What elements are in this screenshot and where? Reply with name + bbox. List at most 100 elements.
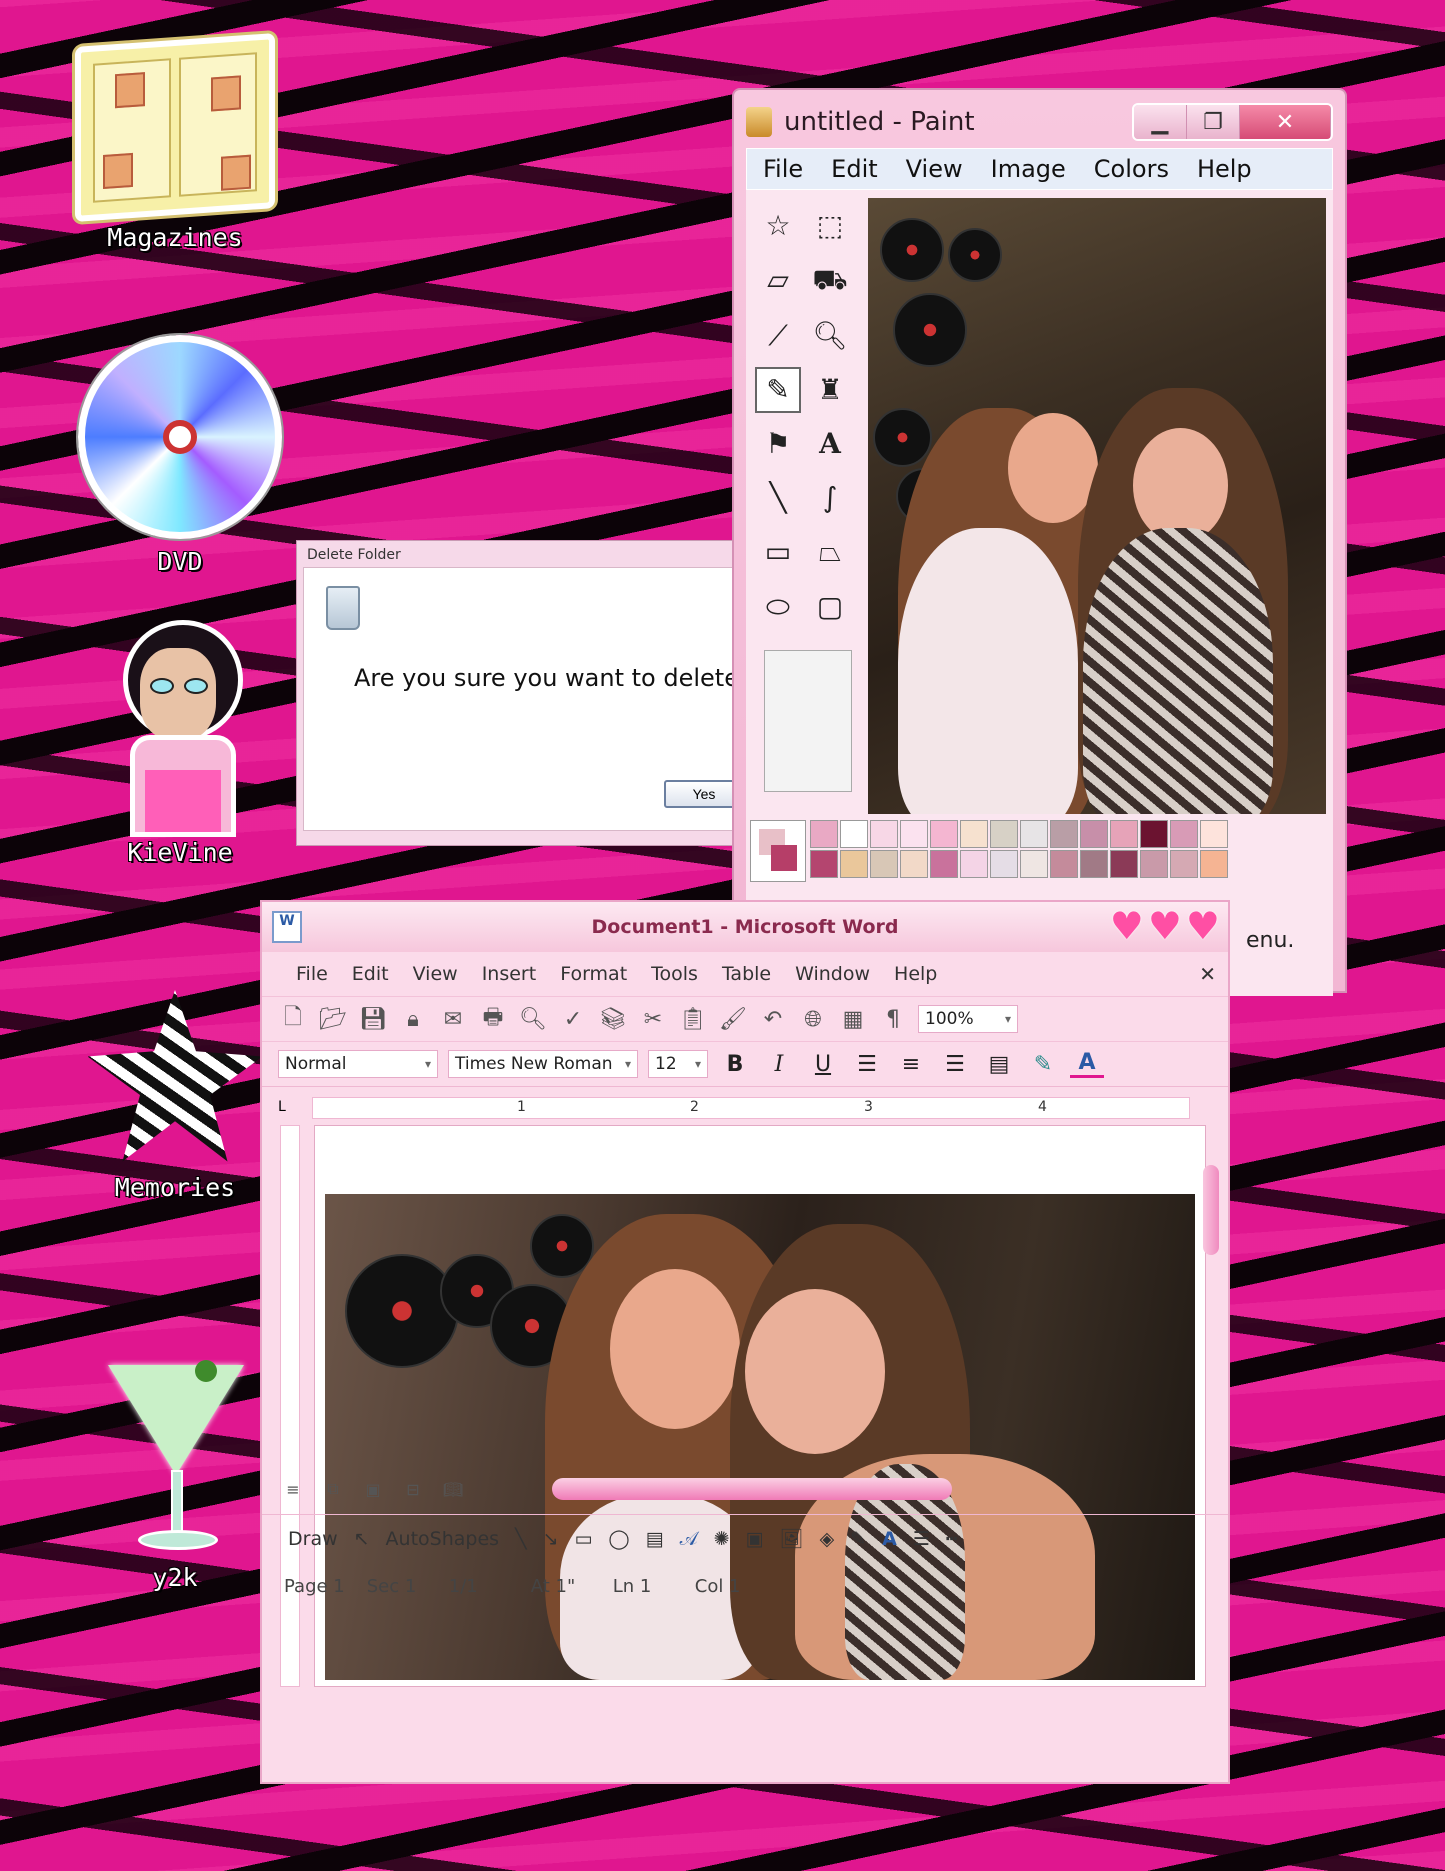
format-painter-icon[interactable]: 🖌︎: [718, 1007, 748, 1032]
justify-icon[interactable]: ▤: [982, 1052, 1016, 1077]
palette-swatch[interactable]: [1110, 850, 1138, 878]
palette-swatch[interactable]: [1170, 820, 1198, 848]
palette-swatch[interactable]: [900, 820, 928, 848]
free-select-icon[interactable]: ☆: [755, 202, 801, 248]
menu-edit[interactable]: Edit: [831, 155, 877, 183]
palette-swatch[interactable]: [1020, 850, 1048, 878]
oval-icon[interactable]: ◯: [608, 1528, 629, 1550]
magnifier-icon[interactable]: 🔍︎: [807, 312, 853, 358]
palette-swatch[interactable]: [840, 820, 868, 848]
close-document-icon[interactable]: ✕: [1199, 962, 1216, 986]
menu-help[interactable]: Help: [1197, 155, 1252, 183]
underline-button[interactable]: U: [806, 1052, 840, 1077]
menu-colors[interactable]: Colors: [1094, 155, 1169, 183]
palette-swatch[interactable]: [870, 850, 898, 878]
print-preview-icon[interactable]: 🔍︎: [518, 1007, 548, 1032]
palette-swatch[interactable]: [1110, 820, 1138, 848]
close-heart-button[interactable]: ♥: [1186, 907, 1220, 945]
menu-view[interactable]: View: [906, 155, 963, 183]
arrow-icon[interactable]: ↘: [543, 1528, 559, 1550]
font-select[interactable]: Times New Roman: [448, 1050, 638, 1078]
show-hide-icon[interactable]: ¶: [878, 1007, 908, 1032]
current-colors[interactable]: [750, 820, 806, 882]
highlight-icon[interactable]: ✎: [1026, 1052, 1060, 1077]
palette-swatch[interactable]: [810, 850, 838, 878]
textbox-icon[interactable]: ▤: [646, 1528, 664, 1550]
palette-swatch[interactable]: [1170, 850, 1198, 878]
palette-swatch[interactable]: [1200, 820, 1228, 848]
palette-swatch[interactable]: [1080, 850, 1108, 878]
print-layout-icon[interactable]: ▣: [358, 1480, 388, 1499]
paste-icon[interactable]: 📋︎: [678, 1007, 708, 1032]
clipart-icon[interactable]: ▣: [746, 1528, 764, 1550]
menu-file[interactable]: File: [296, 963, 328, 985]
desktop-icon-magazines[interactable]: Magazines: [65, 33, 285, 252]
palette-swatch[interactable]: [1050, 850, 1078, 878]
palette-swatch[interactable]: [960, 820, 988, 848]
polygon-icon[interactable]: ⏢: [807, 529, 853, 575]
menu-image[interactable]: Image: [991, 155, 1066, 183]
palette-swatch[interactable]: [1050, 820, 1078, 848]
email-icon[interactable]: ✉: [438, 1007, 468, 1032]
menu-edit[interactable]: Edit: [352, 963, 389, 985]
diagram-icon[interactable]: ✺: [714, 1528, 730, 1550]
style-select[interactable]: Normal: [278, 1050, 438, 1078]
line-icon[interactable]: ╲: [755, 475, 801, 521]
menu-file[interactable]: File: [763, 155, 803, 183]
line-color-icon[interactable]: ✎: [850, 1528, 866, 1550]
palette-swatch[interactable]: [1140, 850, 1168, 878]
fill-color-icon[interactable]: ◈: [820, 1528, 835, 1550]
new-doc-icon[interactable]: 🗋: [278, 1000, 308, 1038]
outline-view-icon[interactable]: ⊟: [398, 1480, 428, 1499]
rect-select-icon[interactable]: ⬚: [807, 202, 853, 248]
tables-icon[interactable]: ▦: [838, 1007, 868, 1032]
text-tool-icon[interactable]: A: [807, 421, 853, 467]
research-icon[interactable]: 📚︎: [598, 1007, 628, 1032]
palette-swatch[interactable]: [930, 820, 958, 848]
palette-swatch[interactable]: [1020, 820, 1048, 848]
palette-swatch[interactable]: [990, 850, 1018, 878]
palette-swatch[interactable]: [900, 850, 928, 878]
inserted-photo[interactable]: [325, 1194, 1195, 1680]
dash-style-icon[interactable]: ┅: [946, 1528, 957, 1550]
brush-icon[interactable]: ♜: [807, 367, 853, 413]
minimize-button[interactable]: ▁: [1134, 105, 1187, 139]
bold-button[interactable]: B: [718, 1052, 752, 1077]
draw-menu[interactable]: Draw: [288, 1528, 338, 1550]
line-icon[interactable]: ╲: [515, 1528, 526, 1550]
align-center-icon[interactable]: ≡: [894, 1052, 928, 1077]
palette-swatch[interactable]: [1080, 820, 1108, 848]
wordart-icon[interactable]: 𝒜: [680, 1528, 698, 1550]
italic-button[interactable]: I: [762, 1052, 796, 1077]
eraser-icon[interactable]: ▱: [755, 256, 801, 302]
airbrush-icon[interactable]: ⚑: [755, 421, 801, 467]
reading-view-icon[interactable]: 📖︎: [438, 1480, 468, 1499]
palette-swatch[interactable]: [1200, 850, 1228, 878]
hyperlink-icon[interactable]: 🌐︎: [798, 1007, 828, 1032]
eyedropper-icon[interactable]: ⟋: [755, 313, 801, 359]
close-button[interactable]: ✕: [1240, 105, 1331, 139]
web-view-icon[interactable]: ⧉: [318, 1479, 348, 1499]
horizontal-scrollbar[interactable]: [552, 1478, 952, 1500]
spelling-icon[interactable]: ✓: [558, 1007, 588, 1032]
ellipse-icon[interactable]: ⬭: [755, 584, 801, 630]
zoom-select[interactable]: 100%: [918, 1005, 1018, 1033]
desktop-icon-y2k[interactable]: y2k: [65, 1345, 285, 1592]
picture-icon[interactable]: 🖼︎: [779, 1527, 803, 1550]
open-icon[interactable]: 📂︎: [318, 1007, 348, 1032]
maximize-button[interactable]: ❐: [1187, 105, 1240, 139]
align-right-icon[interactable]: ☰: [938, 1052, 972, 1077]
palette-swatch[interactable]: [870, 820, 898, 848]
palette-swatch[interactable]: [840, 850, 868, 878]
maximize-heart-button[interactable]: ♥: [1148, 907, 1182, 945]
cut-icon[interactable]: ✂: [638, 1007, 668, 1032]
fill-bucket-icon[interactable]: ⛟: [807, 258, 853, 304]
select-pointer-icon[interactable]: ↖: [354, 1528, 370, 1550]
desktop-icon-dvd[interactable]: DVD: [70, 335, 290, 576]
palette-swatch[interactable]: [990, 820, 1018, 848]
permission-icon[interactable]: 🔒︎: [398, 1007, 428, 1032]
minimize-heart-button[interactable]: ♥: [1110, 907, 1144, 945]
palette-swatch[interactable]: [960, 850, 988, 878]
menu-table[interactable]: Table: [722, 963, 771, 985]
normal-view-icon[interactable]: ≡: [278, 1480, 308, 1499]
